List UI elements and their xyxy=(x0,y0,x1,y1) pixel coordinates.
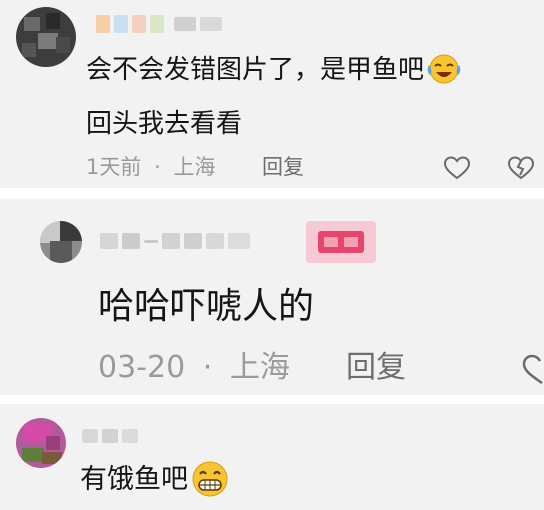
like-heart-icon[interactable] xyxy=(443,155,471,181)
comment-text: 有饿鱼吧 xyxy=(80,460,230,500)
comment-location: 上海 xyxy=(229,350,290,385)
meta-separator: · xyxy=(202,350,213,385)
reply-button[interactable]: 回复 xyxy=(346,349,406,387)
meta-separator: · xyxy=(154,155,161,179)
comment-time: 03-20 xyxy=(98,350,186,385)
laugh-cry-emoji-icon xyxy=(427,54,461,83)
avatar[interactable] xyxy=(40,221,82,263)
comment-card: 会不会发错图片了，是甲鱼吧 回头我去看看 1天前 · 上海 回复 xyxy=(0,0,544,188)
comment-time: 1天前 xyxy=(86,155,142,179)
comment-card: 有饿鱼吧 xyxy=(0,404,544,510)
avatar[interactable] xyxy=(16,418,66,468)
comment-card: 哈哈吓唬人的 03-20 · 上海 回复 xyxy=(0,199,544,395)
reply-button[interactable]: 回复 xyxy=(262,152,304,182)
user-badge xyxy=(306,221,376,263)
grin-emoji-icon xyxy=(192,461,228,496)
comment-text-line: 回头我去看看 xyxy=(86,109,243,139)
comment-text-line: 会不会发错图片了，是甲鱼吧 xyxy=(86,55,425,85)
comment-text-line: 有饿鱼吧 xyxy=(80,464,188,495)
comment-location: 上海 xyxy=(173,155,216,179)
comment-list: 会不会发错图片了，是甲鱼吧 回头我去看看 1天前 · 上海 回复 哈哈吓唬人的 … xyxy=(0,0,544,510)
username-blurred xyxy=(82,426,138,446)
dislike-broken-heart-icon[interactable] xyxy=(507,155,535,181)
comment-text: 会不会发错图片了，是甲鱼吧 xyxy=(86,52,462,88)
username-blurred xyxy=(96,14,222,34)
avatar[interactable] xyxy=(16,7,76,67)
comment-meta: 1天前 · 上海 xyxy=(86,152,215,182)
comment-meta: 03-20 · 上海 xyxy=(98,349,290,387)
comment-text: 哈哈吓唬人的 xyxy=(98,286,315,327)
like-heart-icon[interactable] xyxy=(518,352,544,386)
username-blurred xyxy=(100,229,250,253)
